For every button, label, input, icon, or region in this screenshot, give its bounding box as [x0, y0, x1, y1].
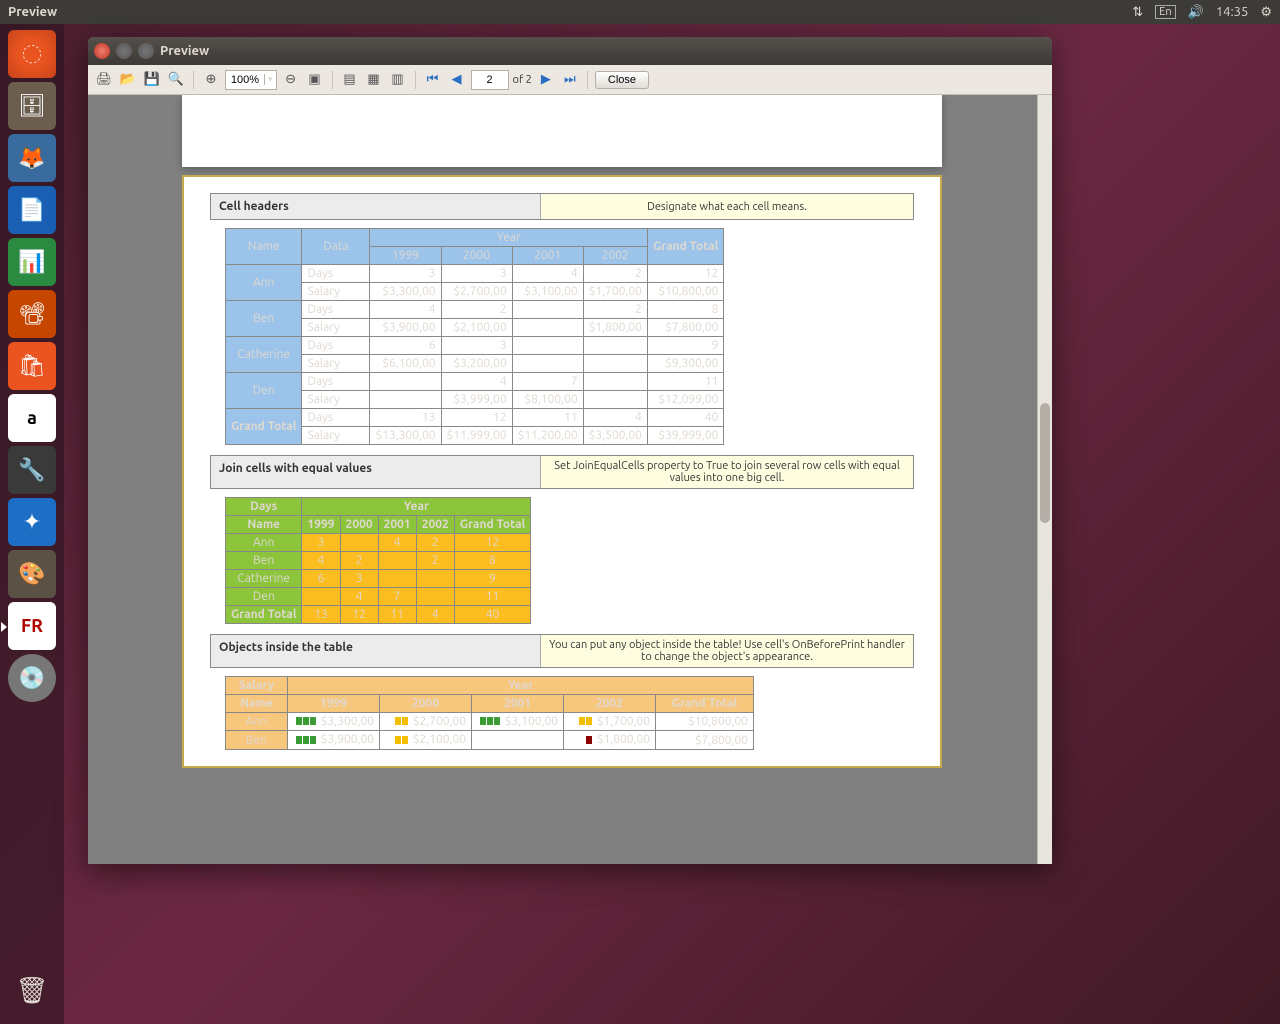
section-objects: Objects inside the table You can put any…	[210, 634, 914, 668]
clock[interactable]: 14:35	[1216, 5, 1249, 19]
window-close-icon[interactable]	[94, 43, 110, 59]
dash-icon[interactable]: ◌	[8, 30, 56, 78]
section-cell-headers: Cell headers Designate what each cell me…	[210, 193, 914, 220]
zoom-out-icon[interactable]: ⊖	[281, 70, 301, 90]
window-minimize-icon[interactable]	[116, 43, 132, 59]
calc-icon[interactable]: 📊	[8, 238, 56, 286]
thumbnails-icon[interactable]: ▦	[364, 70, 384, 90]
viewport[interactable]: Cell headers Designate what each cell me…	[88, 95, 1052, 864]
writer-icon[interactable]: 📄	[8, 186, 56, 234]
save-icon[interactable]: 💾	[142, 70, 162, 90]
section-desc: You can put any object inside the table!…	[541, 635, 913, 667]
fastreport-icon[interactable]: FR	[8, 602, 56, 650]
titlebar[interactable]: Preview	[88, 37, 1052, 65]
gear-icon[interactable]: ⚙	[1260, 5, 1272, 20]
impress-icon[interactable]: 📽	[8, 290, 56, 338]
page-2: Cell headers Designate what each cell me…	[182, 175, 942, 768]
firefox-icon[interactable]: 🦊	[8, 134, 56, 182]
close-button[interactable]: Close	[595, 71, 649, 89]
next-page-icon[interactable]: ▶	[536, 70, 556, 90]
zoom-input[interactable]	[226, 74, 264, 86]
trash-icon[interactable]: 🗑	[8, 966, 56, 1014]
top-menubar: Preview ⇅ En 🔊 14:35 ⚙	[0, 0, 1280, 24]
last-page-icon[interactable]: ⏭	[560, 70, 580, 90]
prev-page-icon[interactable]: ◀	[447, 70, 467, 90]
scrollbar[interactable]	[1037, 95, 1052, 864]
table-objects: SalaryYearName1999200020012002Grand Tota…	[225, 676, 754, 750]
software-center-icon[interactable]: 🛍	[8, 342, 56, 390]
page-input[interactable]	[472, 71, 508, 89]
fullpage-icon[interactable]: ▣	[305, 70, 325, 90]
gimp-icon[interactable]: 🎨	[8, 550, 56, 598]
section-title: Objects inside the table	[211, 635, 541, 667]
settings-icon[interactable]: 🔧	[8, 446, 56, 494]
scroll-thumb[interactable]	[1040, 403, 1050, 523]
disc-icon[interactable]: 💿	[8, 654, 56, 702]
files-icon[interactable]: 🗄	[8, 82, 56, 130]
amazon-icon[interactable]: a	[8, 394, 56, 442]
table-cell-headers: NameDataYearGrand Total1999200020012002A…	[225, 228, 724, 445]
print-icon[interactable]: 🖨	[94, 70, 114, 90]
page-total: of 2	[513, 74, 532, 86]
zoom-dropdown-icon[interactable]: ▾	[264, 74, 276, 85]
network-icon[interactable]: ⇅	[1132, 5, 1143, 20]
volume-icon[interactable]: 🔊	[1188, 5, 1204, 20]
toolbar: 🖨 📂 💾 🔍 ⊕ ▾ ⊖ ▣ ▤ ▦ ▥ ⏮ ◀ of 2 ▶ ⏭ Close	[88, 65, 1052, 95]
open-icon[interactable]: 📂	[118, 70, 138, 90]
find-icon[interactable]: 🔍	[166, 70, 186, 90]
first-page-icon[interactable]: ⏮	[423, 70, 443, 90]
outline-icon[interactable]: ▤	[340, 70, 360, 90]
app-title: Preview	[8, 5, 57, 19]
zoom-in-icon[interactable]: ⊕	[201, 70, 221, 90]
section-title: Cell headers	[211, 194, 541, 219]
section-join-cells: Join cells with equal values Set JoinEqu…	[210, 455, 914, 489]
app-icon[interactable]: ✦	[8, 498, 56, 546]
preview-window: Preview 🖨 📂 💾 🔍 ⊕ ▾ ⊖ ▣ ▤ ▦ ▥ ⏮ ◀ of 2 ▶…	[88, 37, 1052, 864]
table-join-cells: DaysYearName1999200020012002Grand TotalA…	[225, 497, 531, 624]
window-maximize-icon[interactable]	[138, 43, 154, 59]
section-title: Join cells with equal values	[211, 456, 541, 488]
page-1-tail	[182, 95, 942, 167]
page-settings-icon[interactable]: ▥	[388, 70, 408, 90]
section-desc: Designate what each cell means.	[541, 194, 913, 219]
launcher: ◌ 🗄 🦊 📄 📊 📽 🛍 a 🔧 ✦ 🎨 FR 💿 🗑	[0, 24, 64, 1024]
window-title: Preview	[160, 44, 209, 58]
keyboard-indicator[interactable]: En	[1155, 5, 1175, 19]
zoom-combo[interactable]: ▾	[225, 70, 277, 90]
section-desc: Set JoinEqualCells property to True to j…	[541, 456, 913, 488]
